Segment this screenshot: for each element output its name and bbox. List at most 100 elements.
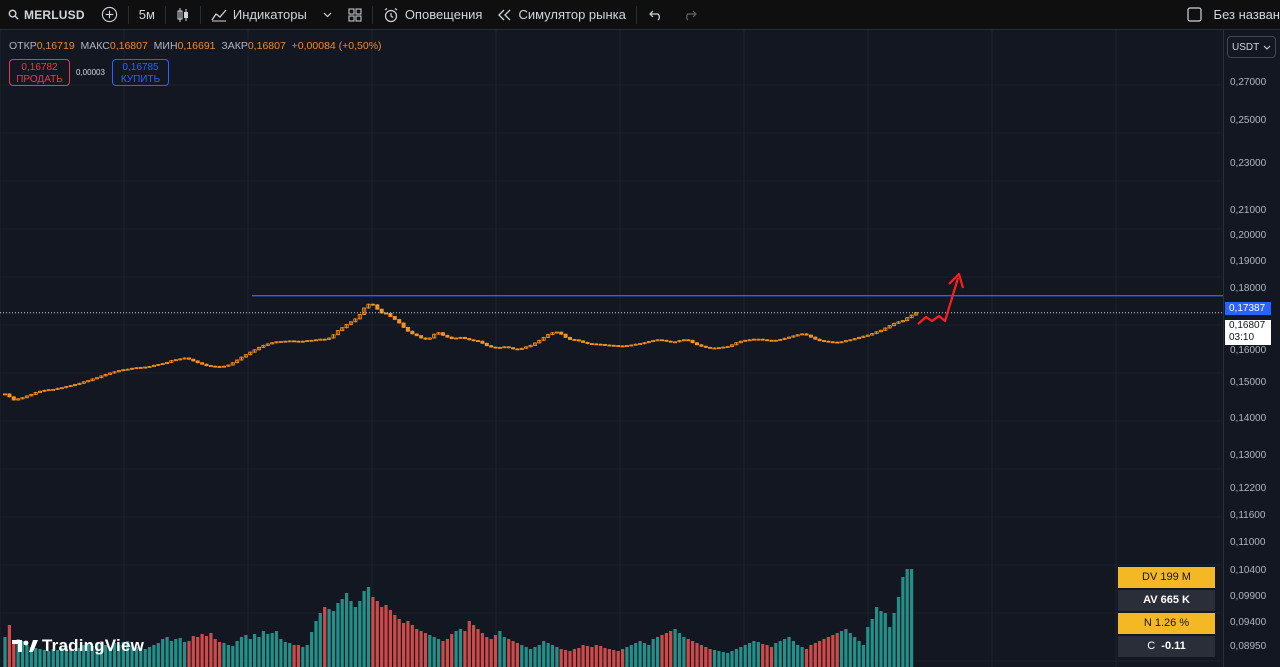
volume-bar xyxy=(664,633,668,667)
volume-bar xyxy=(607,649,611,667)
candle xyxy=(603,344,608,346)
volume-bar xyxy=(152,645,156,667)
indicators-dropdown[interactable] xyxy=(315,0,340,29)
symbol-name: MERLUSD xyxy=(24,7,85,22)
price-tick: 0,27000 xyxy=(1230,77,1267,88)
interval-label: 5м xyxy=(138,7,155,22)
volume-bar xyxy=(463,631,467,667)
volume-bar xyxy=(393,615,397,667)
candle xyxy=(410,330,415,335)
volume-bar xyxy=(590,647,594,667)
volume-bar xyxy=(537,645,541,667)
volume-bar xyxy=(476,629,480,667)
divider xyxy=(199,5,201,24)
volume-bar xyxy=(507,639,511,667)
compare-button[interactable] xyxy=(93,0,126,29)
volume-bar xyxy=(708,649,712,667)
price-tick: 0,13000 xyxy=(1230,450,1267,461)
interval-button[interactable]: 5м xyxy=(131,0,163,29)
high-value: 0,16807 xyxy=(109,40,148,52)
volume-bar xyxy=(831,635,835,667)
buy-button[interactable]: 0,16785 КУПИТЬ xyxy=(112,59,169,86)
currency-select[interactable]: USDT xyxy=(1227,36,1276,58)
candle xyxy=(620,345,625,348)
volume-bar xyxy=(634,643,638,667)
volume-bar xyxy=(682,637,686,667)
volume-bar xyxy=(239,637,244,667)
low-label: МИН xyxy=(153,40,178,52)
candle xyxy=(822,340,827,343)
layout-button[interactable]: Без назван xyxy=(1179,0,1280,29)
volume-bar xyxy=(353,607,357,667)
rewind-icon xyxy=(498,9,511,20)
volume-bar xyxy=(458,629,463,667)
chart-type-button[interactable] xyxy=(168,0,198,29)
tradingview-logo[interactable]: TradingView xyxy=(12,636,144,656)
candle xyxy=(208,365,213,368)
volume-bar xyxy=(809,645,813,667)
volume-bar xyxy=(327,609,331,667)
volume-bar xyxy=(257,637,261,667)
volume-bar xyxy=(366,587,371,667)
volume-bar xyxy=(848,633,852,667)
candle xyxy=(440,332,445,336)
indicators-label: Индикаторы xyxy=(232,7,307,22)
candle xyxy=(186,357,191,360)
volume-bar xyxy=(213,639,217,667)
undo-button[interactable] xyxy=(639,0,673,29)
price-tick: 0,19000 xyxy=(1230,256,1267,267)
volume-bar xyxy=(533,647,537,667)
volume-bar xyxy=(406,621,410,667)
volume-bar xyxy=(800,647,804,667)
volume-bar xyxy=(345,593,349,667)
volume-bar xyxy=(546,643,550,667)
candle xyxy=(660,339,665,342)
search-icon xyxy=(8,9,19,20)
indicators-button[interactable]: Индикаторы xyxy=(203,0,315,29)
stat-dv: DV 199 M xyxy=(1118,567,1215,588)
close-value: 0,16807 xyxy=(247,40,286,52)
volume-bar xyxy=(774,643,778,667)
volume-bar xyxy=(454,631,458,667)
sell-button[interactable]: 0,16782 ПРОДАТЬ xyxy=(9,59,70,86)
volume-bar xyxy=(739,647,743,667)
volume-bar xyxy=(349,601,353,667)
volume-bar xyxy=(603,648,607,667)
chevron-down-icon xyxy=(323,12,332,17)
candle xyxy=(563,333,568,338)
volume-bar xyxy=(402,623,406,667)
replay-button[interactable]: Симулятор рынка xyxy=(490,0,633,29)
volume-bar xyxy=(187,641,191,667)
price-chart[interactable] xyxy=(0,30,1223,667)
price-tick: 0,08950 xyxy=(1230,641,1267,652)
candle xyxy=(375,304,380,310)
volume-bar xyxy=(726,653,730,667)
volume-bar xyxy=(691,641,695,667)
volume-bar xyxy=(791,641,795,667)
buy-label: КУПИТЬ xyxy=(120,74,161,85)
volume-bar xyxy=(910,569,914,667)
alerts-button[interactable]: Оповещения xyxy=(375,0,491,29)
spread-value: 0,00003 xyxy=(76,68,105,77)
volume-bar xyxy=(498,631,502,667)
volume-bar xyxy=(686,639,690,667)
volume-bar xyxy=(524,647,528,667)
volume-bar xyxy=(888,627,892,667)
symbol-search[interactable]: MERLUSD xyxy=(0,0,93,29)
volume-bar xyxy=(572,649,576,667)
candle xyxy=(296,340,301,343)
redo-button[interactable] xyxy=(673,0,707,29)
candle xyxy=(572,339,577,341)
volume-bar xyxy=(656,637,660,667)
volume-bar xyxy=(437,639,441,667)
volume-bar xyxy=(699,645,703,667)
low-value: 0,16691 xyxy=(177,40,216,52)
volume-bar xyxy=(388,610,392,667)
replay-label: Симулятор рынка xyxy=(518,7,626,22)
templates-button[interactable] xyxy=(340,0,370,29)
candle xyxy=(765,339,770,342)
candle xyxy=(703,345,708,348)
volume-bar xyxy=(861,645,865,667)
volume-bar xyxy=(169,641,173,667)
candle xyxy=(370,303,375,306)
